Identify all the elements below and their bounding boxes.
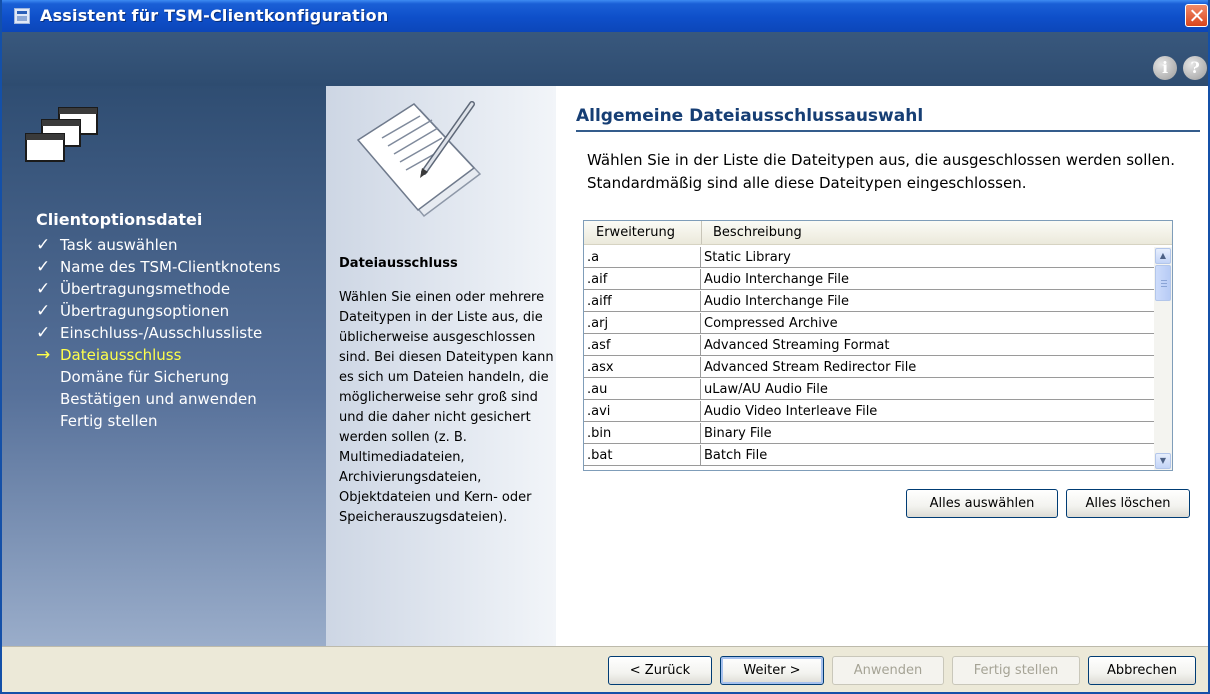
sidebar-step-label: Domäne für Sicherung (60, 368, 230, 386)
sidebar-step-label: Task auswählen (60, 236, 178, 254)
sidebar-step: ✓ Name des TSM-Clientknotens (36, 256, 281, 278)
cell-extension: .bat (584, 445, 701, 466)
table-row[interactable]: .au uLaw/AU Audio File (584, 379, 1172, 401)
sidebar-step: Bestätigen und anwenden (36, 388, 281, 410)
checkmark-icon: ✓ (36, 279, 51, 299)
info-panel: Dateiausschluss Wählen Sie einen oder me… (326, 86, 556, 646)
cell-extension: .bin (584, 423, 701, 444)
sidebar-step: ✓ Übertragungsoptionen (36, 300, 281, 322)
paper-pen-icon (356, 101, 482, 218)
cell-description: Audio Video Interleave File (701, 401, 1172, 422)
scroll-thumb[interactable] (1155, 265, 1171, 301)
table-row[interactable]: .asf Advanced Streaming Format (584, 335, 1172, 357)
cell-extension: .arj (584, 313, 701, 334)
file-type-list[interactable]: Erweiterung Beschreibung .a Static Librar… (583, 220, 1173, 471)
table-row[interactable]: .asx Advanced Stream Redirector File (584, 357, 1172, 379)
sidebar-step: → Dateiausschluss (36, 344, 281, 366)
cell-extension: .asf (584, 335, 701, 356)
clear-all-button[interactable]: Alles löschen (1066, 489, 1190, 518)
cell-extension: .au (584, 379, 701, 400)
checkmark-icon: ✓ (36, 235, 51, 255)
header-band (2, 32, 1208, 86)
finish-button[interactable]: Fertig stellen (952, 656, 1080, 685)
list-header: Erweiterung Beschreibung (584, 221, 1172, 245)
next-button[interactable]: Weiter > (720, 656, 824, 685)
sidebar-step-label: Name des TSM-Clientknotens (60, 258, 281, 276)
scroll-up-icon[interactable]: ▲ (1155, 248, 1171, 264)
table-row[interactable]: .bin Binary File (584, 423, 1172, 445)
table-row[interactable]: .avi Audio Video Interleave File (584, 401, 1172, 423)
sidebar-step: Fertig stellen (36, 410, 281, 432)
window-title: Assistent für TSM-Clientkonfiguration (40, 6, 389, 25)
wizard-window-icon[interactable] (14, 8, 30, 24)
sidebar-step-label: Übertragungsmethode (60, 280, 231, 298)
table-row[interactable]: .aiff Audio Interchange File (584, 291, 1172, 313)
help-icon[interactable]: ? (1183, 56, 1207, 80)
wizard-window: Assistent für TSM-Clientkonfiguration i … (0, 0, 1210, 694)
cell-extension: .aif (584, 269, 701, 290)
scroll-down-icon[interactable]: ▼ (1155, 453, 1171, 469)
close-icon[interactable] (1185, 4, 1208, 27)
cell-extension: .asx (584, 357, 701, 378)
cell-description: Audio Interchange File (701, 291, 1172, 312)
cell-extension: .avi (584, 401, 701, 422)
cell-description: Binary File (701, 423, 1172, 444)
cancel-button[interactable]: Abbrechen (1088, 656, 1196, 685)
wizard-sidebar: Clientoptionsdatei ✓ Task auswählen ✓ Name … (2, 86, 326, 646)
sidebar-section-title: Clientoptionsdatei (36, 210, 203, 229)
sidebar-step-label: Übertragungsoptionen (60, 302, 230, 320)
list-rows: .a Static Library .aif Audio Interchange Fi… (584, 247, 1172, 467)
checkmark-icon: ✓ (36, 301, 51, 321)
sidebar-step-label: Fertig stellen (60, 412, 158, 430)
checkmark-icon: ✓ (36, 323, 51, 343)
sidebar-step: ✓ Einschluss-/Ausschlussliste (36, 322, 281, 344)
cell-description: Advanced Stream Redirector File (701, 357, 1172, 378)
column-header-extension[interactable]: Erweiterung (584, 221, 702, 244)
sidebar-step-label: Bestätigen und anwenden (60, 390, 257, 408)
intro-text: Wählen Sie in der Liste die Dateitypen a… (587, 151, 1176, 192)
sidebar-step-label: Einschluss-/Ausschlussliste (60, 324, 263, 342)
cell-extension: .a (584, 247, 701, 268)
cell-description: Batch File (701, 445, 1172, 466)
title-bar[interactable]: Assistent für TSM-Clientkonfiguration (2, 0, 1208, 32)
cell-description: uLaw/AU Audio File (701, 379, 1172, 400)
back-button[interactable]: < Zurück (608, 656, 712, 685)
main-content: Allgemeine Dateiausschlussauswahl Wählen… (556, 86, 1208, 646)
stacked-windows-icon (25, 107, 98, 162)
info-panel-title: Dateiausschluss (339, 256, 458, 271)
info-icon[interactable]: i (1153, 56, 1177, 80)
cell-description: Compressed Archive (701, 313, 1172, 334)
select-all-button[interactable]: Alles auswählen (906, 489, 1058, 518)
sidebar-step-label: Dateiausschluss (60, 346, 182, 364)
cell-description: Advanced Streaming Format (701, 335, 1172, 356)
sidebar-step: ✓ Übertragungsmethode (36, 278, 281, 300)
sidebar-step: Domäne für Sicherung (36, 366, 281, 388)
arrow-right-icon: → (36, 345, 51, 365)
cell-description: Audio Interchange File (701, 269, 1172, 290)
title-divider (576, 130, 1200, 132)
cell-extension: .aiff (584, 291, 701, 312)
table-row[interactable]: .bat Batch File (584, 445, 1172, 467)
page-title: Allgemeine Dateiausschlussauswahl (576, 106, 924, 126)
table-row[interactable]: .aif Audio Interchange File (584, 269, 1172, 291)
table-row[interactable]: .a Static Library (584, 247, 1172, 269)
vertical-scrollbar[interactable]: ▲ ▼ (1154, 247, 1172, 470)
table-row[interactable]: .arj Compressed Archive (584, 313, 1172, 335)
button-bar: < Zurück Weiter > Anwenden Fertig stelle… (2, 646, 1208, 692)
wizard-step-list: ✓ Task auswählen ✓ Name des TSM-Clientknote… (36, 234, 281, 432)
column-header-description[interactable]: Beschreibung (702, 221, 1172, 244)
checkmark-icon: ✓ (36, 257, 51, 277)
sidebar-step: ✓ Task auswählen (36, 234, 281, 256)
info-panel-description: Wählen Sie einen oder mehrere Dateitypen… (339, 290, 554, 525)
cell-description: Static Library (701, 247, 1172, 268)
apply-button[interactable]: Anwenden (832, 656, 944, 685)
